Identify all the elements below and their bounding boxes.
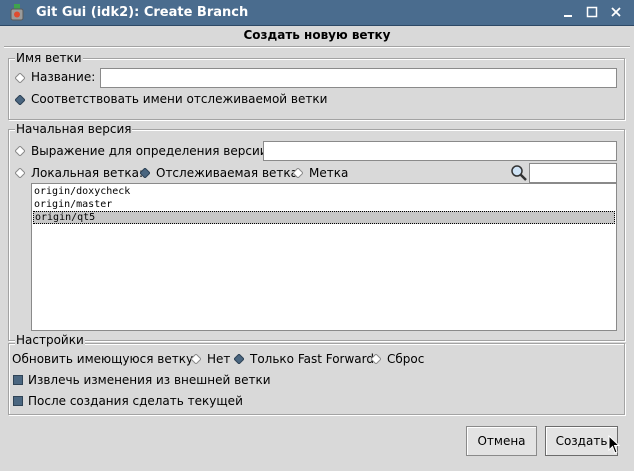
list-item[interactable]: origin/master	[33, 198, 615, 211]
checkout-label: После создания сделать текущей	[28, 394, 243, 408]
update-no-label: Нет	[207, 352, 231, 366]
branch-list[interactable]: origin/doxycheck origin/master origin/qt…	[31, 183, 617, 331]
local-branch-label: Локальная ветка:	[31, 166, 144, 180]
match-tracking-radio[interactable]	[15, 95, 25, 105]
update-ff-label: Только Fast Forward	[250, 352, 375, 366]
header-separator	[4, 46, 630, 48]
expression-label: Выражение для определения версии:	[31, 144, 272, 158]
maximize-icon[interactable]	[584, 4, 600, 20]
name-label: Название:	[31, 70, 96, 84]
tracking-branch-label: Отслеживаемая ветка	[156, 166, 298, 180]
local-branch-radio[interactable]	[15, 168, 25, 178]
tag-label: Метка	[309, 166, 349, 180]
tracking-branch-radio[interactable]	[140, 168, 150, 178]
list-item-selected[interactable]: origin/qt5	[33, 211, 615, 224]
dialog-header: Создать новую ветку	[243, 28, 391, 42]
window-title: Git Gui (idk2): Create Branch	[36, 5, 249, 20]
update-reset-radio[interactable]	[371, 354, 381, 364]
update-existing-label: Обновить имеющуюся ветку:	[12, 352, 198, 366]
name-radio[interactable]	[15, 73, 25, 83]
dialog-body: Создать новую ветку Имя ветки Название: …	[0, 25, 634, 471]
fetch-checkbox[interactable]	[13, 375, 23, 385]
update-no-radio[interactable]	[191, 354, 201, 364]
start-revision-legend: Начальная версия	[15, 122, 133, 136]
git-gui-icon	[9, 4, 25, 21]
search-icon	[510, 164, 528, 182]
update-reset-label: Сброс	[387, 352, 425, 366]
update-ff-radio[interactable]	[234, 354, 244, 364]
fetch-label: Извлечь изменения из внешней ветки	[28, 373, 271, 387]
checkout-checkbox[interactable]	[13, 396, 23, 406]
mouse-cursor-icon	[608, 434, 621, 455]
branch-name-input[interactable]	[100, 68, 617, 88]
close-icon[interactable]	[608, 4, 624, 20]
minimize-icon[interactable]	[560, 4, 576, 20]
cancel-button[interactable]: Отмена	[466, 426, 537, 456]
options-legend: Настройки	[15, 333, 85, 347]
revision-expression-input[interactable]	[263, 141, 617, 161]
tag-radio[interactable]	[293, 168, 303, 178]
match-tracking-label: Соответствовать имени отслеживаемой ветк…	[31, 92, 328, 106]
branch-name-legend: Имя ветки	[15, 51, 83, 65]
branch-filter-input[interactable]	[529, 163, 617, 183]
expression-radio[interactable]	[15, 146, 25, 156]
window-titlebar[interactable]: Git Gui (idk2): Create Branch	[0, 0, 634, 26]
list-item[interactable]: origin/doxycheck	[33, 185, 615, 198]
